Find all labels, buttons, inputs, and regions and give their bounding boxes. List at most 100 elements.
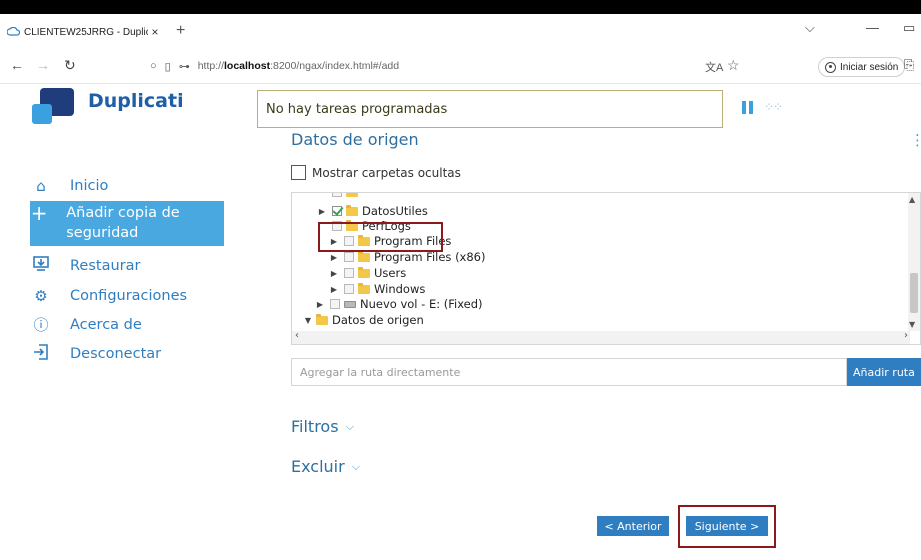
folder-icon — [346, 204, 358, 216]
sidebar-item-label: Desconectar — [70, 346, 162, 362]
tree-vertical-scrollbar[interactable]: ▲ ▼ — [908, 193, 920, 331]
tree-row-users[interactable]: ▶ Users — [328, 265, 406, 281]
sidebar-item-label: Restaurar — [70, 258, 141, 274]
permissions-key-icon[interactable]: ⊶ — [179, 60, 190, 73]
filters-toggle[interactable]: Filtros ⌵ — [291, 417, 354, 436]
expand-arrow-icon[interactable]: ▶ — [314, 300, 326, 309]
scroll-up-icon[interactable]: ▲ — [909, 195, 915, 204]
sidebar-item-about[interactable]: ⓘ Acerca de — [30, 315, 224, 335]
minimize-icon[interactable]: — — [866, 20, 879, 35]
tree-checkbox[interactable] — [344, 252, 354, 262]
tab-search-chevron-icon[interactable]: ⌵ — [805, 20, 815, 36]
expand-arrow-icon[interactable]: ▶ — [328, 285, 340, 294]
browser-tab-bar: CLIENTEW25JRRG - Duplicati × + ⌵ — ▭ — [0, 0, 921, 48]
throttle-icon[interactable]: ⁘⁘ — [764, 100, 783, 114]
tree-horizontal-scrollbar[interactable]: ‹ › — [292, 330, 910, 344]
restore-icon — [30, 256, 52, 276]
tab-close-icon[interactable]: × — [148, 25, 162, 39]
tree-row-partial — [328, 193, 362, 200]
tree-checkbox[interactable] — [344, 268, 354, 278]
translate-icon[interactable]: 文A — [705, 59, 723, 75]
tree-label: Users — [374, 266, 407, 280]
expand-arrow-icon[interactable]: ▶ — [328, 253, 340, 262]
drive-icon — [344, 300, 356, 308]
scroll-down-icon[interactable]: ▼ — [909, 320, 915, 329]
reload-icon[interactable]: ↻ — [64, 57, 76, 74]
folder-icon — [358, 250, 370, 262]
show-hidden-checkbox[interactable] — [291, 165, 306, 180]
url-path: :8200/ngax/index.html#/add — [270, 60, 400, 72]
tree-row-windows[interactable]: ▶ Windows — [328, 281, 425, 297]
restore-window-icon[interactable]: ▭ — [903, 20, 915, 36]
duplicati-favicon-icon — [6, 25, 20, 39]
forward-icon[interactable]: → — [36, 57, 50, 73]
url-host: localhost — [223, 60, 271, 72]
tree-label: Nuevo vol - E: (Fixed) — [360, 297, 483, 311]
duplicati-logo[interactable] — [30, 86, 80, 130]
scroll-right-icon[interactable]: › — [904, 330, 908, 341]
folder-icon — [358, 266, 370, 278]
tracking-shield-icon[interactable]: ○ — [150, 60, 157, 72]
tree-row-datos-de-origen[interactable]: ▼ Datos de origen — [302, 312, 424, 328]
chevron-down-icon: ⌵ — [345, 419, 354, 433]
folder-tree[interactable]: ▶ DatosUtiles PerfLogs ▶ Program Files ▶… — [291, 192, 921, 345]
brand-title[interactable]: Duplicati — [88, 90, 184, 112]
more-options-icon[interactable]: ⋮ — [910, 131, 921, 149]
top-black-strip — [0, 0, 921, 14]
url-field[interactable]: ○ ▯ ⊶ http:// localhost :8200/ngax/index… — [150, 53, 760, 79]
sidebar-item-disconnect[interactable]: Desconectar — [30, 344, 224, 365]
user-icon — [825, 61, 836, 73]
signin-button[interactable]: Iniciar sesión — [818, 57, 906, 77]
extensions-icon[interactable]: ⎘ — [904, 57, 914, 73]
tree-checkbox[interactable] — [330, 299, 340, 309]
page-info-icon[interactable]: ▯ — [165, 60, 171, 73]
sidebar-item-add-backup[interactable]: + Añadir copia de seguridad — [30, 201, 224, 246]
collapse-arrow-icon[interactable]: ▼ — [302, 316, 314, 325]
sidebar-item-label: Añadir copia de seguridad — [66, 205, 180, 241]
section-title: Datos de origen — [291, 130, 419, 149]
show-hidden-label: Mostrar carpetas ocultas — [312, 165, 461, 180]
signin-label: Iniciar sesión — [840, 61, 899, 73]
sidebar-item-inicio[interactable]: ⌂ Inicio — [30, 176, 224, 196]
chevron-down-icon: ⌵ — [351, 459, 361, 473]
sidebar-item-restore[interactable]: Restaurar — [30, 256, 224, 276]
highlight-box-datosutiles — [318, 222, 443, 252]
tree-label: Program Files (x86) — [374, 250, 486, 264]
expand-arrow-icon[interactable]: ▶ — [316, 207, 328, 216]
path-input[interactable] — [291, 358, 847, 386]
gear-icon: ⚙ — [34, 287, 48, 305]
show-hidden-folders-row[interactable]: Mostrar carpetas ocultas — [291, 165, 461, 180]
sidebar-item-settings[interactable]: ⚙ Configuraciones — [30, 286, 224, 306]
expand-arrow-icon[interactable]: ▶ — [328, 269, 340, 278]
exclude-toggle[interactable]: Excluir ⌵ — [291, 457, 360, 476]
scroll-left-icon[interactable]: ‹ — [295, 330, 299, 341]
scroll-thumb[interactable] — [910, 273, 918, 313]
pause-icon[interactable] — [742, 101, 754, 114]
tab-title: CLIENTEW25JRRG - Duplicati — [24, 26, 148, 38]
folder-icon — [316, 313, 328, 325]
url-prefix: http:// — [197, 60, 224, 72]
tree-label: Datos de origen — [332, 313, 424, 327]
sidebar-item-label: Configuraciones — [70, 288, 188, 304]
bookmark-star-icon[interactable]: ☆ — [727, 57, 740, 74]
tree-label: DatosUtiles — [362, 204, 428, 218]
browser-tab[interactable]: CLIENTEW25JRRG - Duplicati × — [0, 16, 168, 48]
home-icon: ⌂ — [36, 177, 46, 195]
tree-checkbox-checked[interactable] — [332, 206, 342, 216]
status-message: No hay tareas programadas — [266, 101, 448, 117]
previous-button[interactable]: < Anterior — [597, 516, 669, 536]
tree-row-datosutiles[interactable]: ▶ DatosUtiles — [316, 203, 428, 219]
tree-row-nuevo-vol[interactable]: ▶ Nuevo vol - E: (Fixed) — [314, 296, 483, 312]
tree-label: Windows — [374, 282, 426, 296]
next-button[interactable]: Siguiente > — [686, 516, 768, 536]
tree-checkbox[interactable] — [344, 284, 354, 294]
new-tab-icon[interactable]: + — [176, 22, 185, 40]
add-path-button[interactable]: Añadir ruta — [847, 358, 921, 386]
info-icon: ⓘ — [33, 316, 49, 334]
status-message-box: No hay tareas programadas — [257, 90, 723, 128]
plus-icon: + — [30, 201, 48, 225]
sidebar-item-label: Inicio — [70, 178, 109, 194]
sidebar-item-label: Acerca de — [70, 317, 142, 333]
address-bar: ← → ↻ ○ ▯ ⊶ http:// localhost :8200/ngax… — [0, 48, 921, 84]
back-icon[interactable]: ← — [10, 57, 24, 73]
